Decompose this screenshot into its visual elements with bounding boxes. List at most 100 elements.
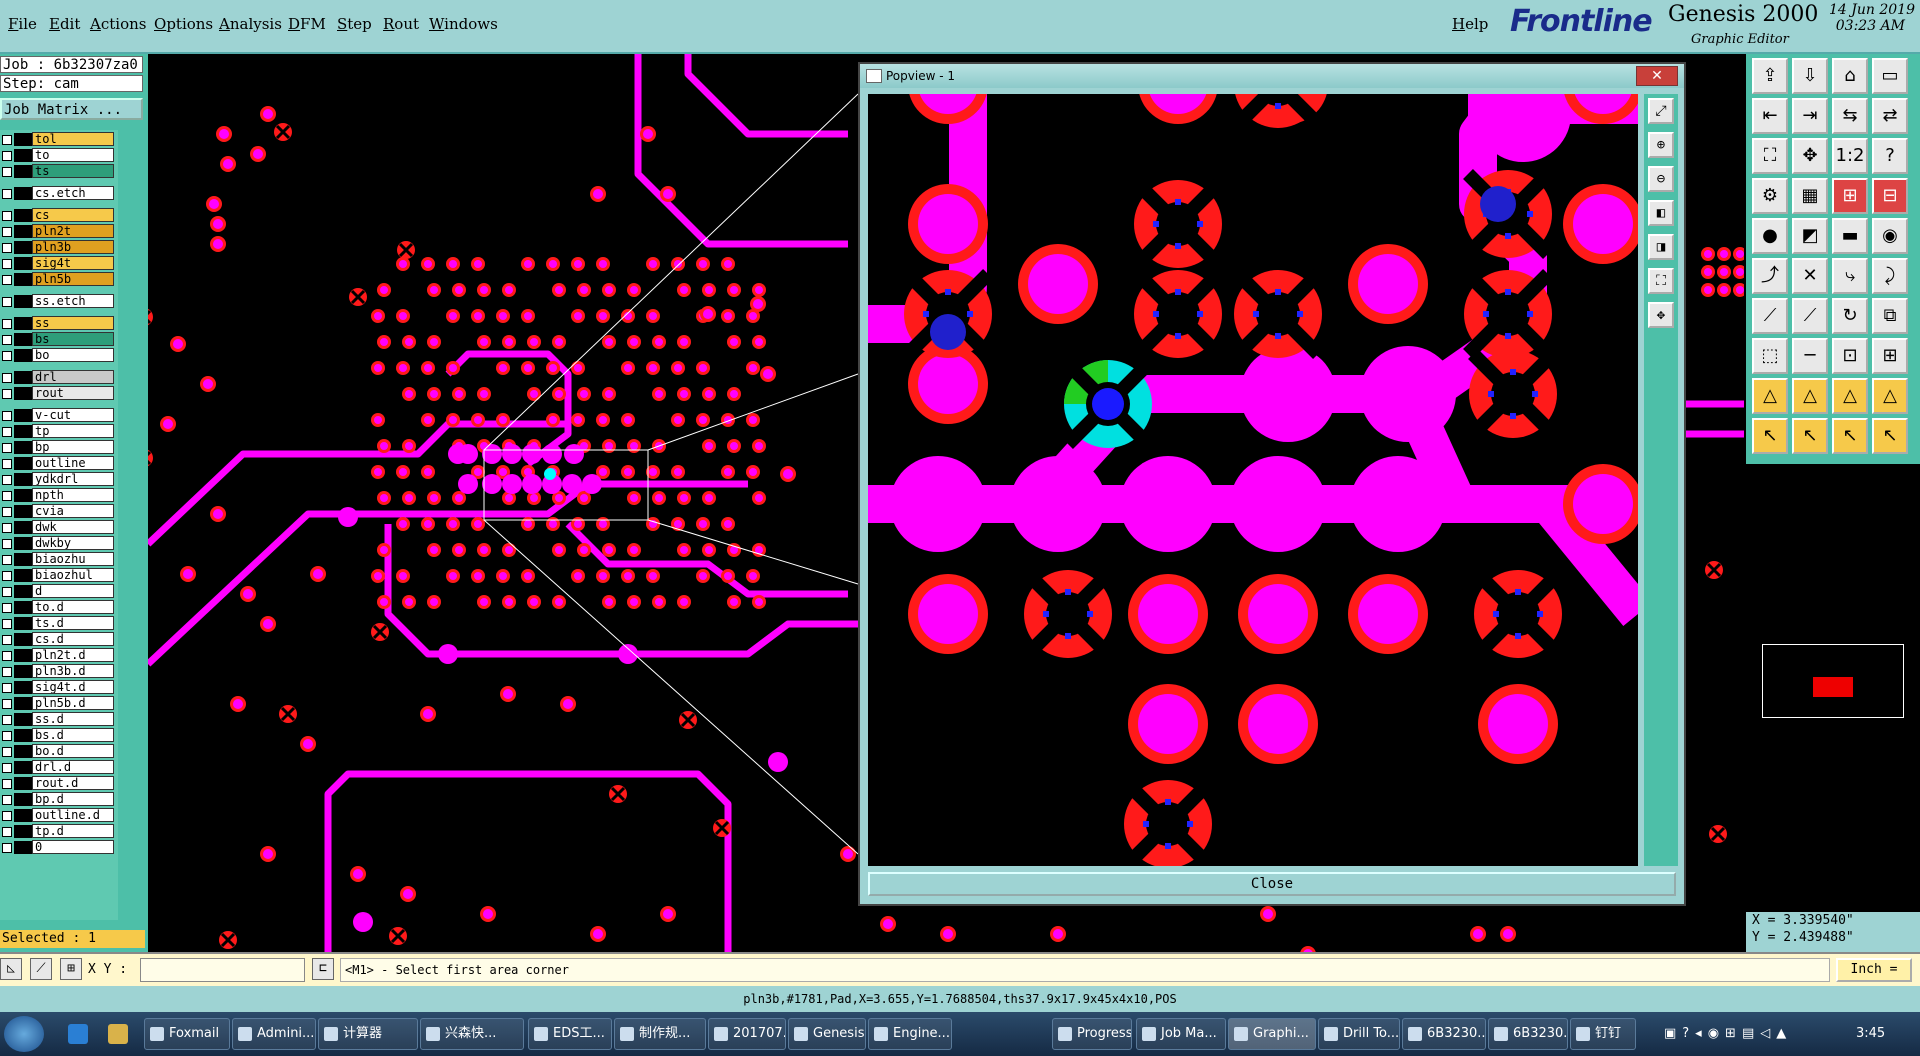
layer-row[interactable]: pln5b.d [0,696,118,711]
taskbar-button[interactable]: Genesis [788,1018,866,1050]
route-icon[interactable]: ⤴ [1752,258,1788,294]
layer-row[interactable]: bp.d [0,792,118,807]
pointer-icon[interactable]: ↖ [1832,418,1868,454]
layer-row[interactable]: rout [0,386,118,401]
layer-checkbox[interactable] [2,651,12,661]
layer-checkbox[interactable] [2,827,12,837]
layer-row[interactable]: sig4t.d [0,680,118,695]
layer-row[interactable]: bp [0,440,118,455]
layer-checkbox[interactable] [2,167,12,177]
taskbar-button[interactable]: Drill To... [1318,1018,1400,1050]
next-icon[interactable]: ⇥ [1792,98,1828,134]
xy-input[interactable] [140,958,305,982]
layer-row[interactable]: pln5b [0,272,118,287]
settings-icon[interactable]: ⚙ [1752,178,1788,214]
popview-close-button[interactable]: Close [868,872,1676,896]
layer-row[interactable]: sig4t [0,256,118,271]
taskbar-button[interactable]: EDS工... [528,1018,612,1050]
pointer-icon[interactable]: ↖ [1792,418,1828,454]
layer-row[interactable]: bs.d [0,728,118,743]
pad-icon[interactable]: ● [1752,218,1788,254]
layer-row[interactable]: ss [0,316,118,331]
layer-row[interactable]: 0 [0,840,118,855]
shape-icon[interactable]: △ [1792,378,1828,414]
layer-checkbox[interactable] [2,459,12,469]
pointer-icon[interactable]: ↖ [1752,418,1788,454]
scale-icon[interactable]: 1:2 [1832,138,1868,174]
layer-checkbox[interactable] [2,763,12,773]
taskbar-button[interactable]: Progress [1052,1018,1132,1050]
taskbar-button[interactable]: 制作规... [614,1018,706,1050]
layer-checkbox[interactable] [2,411,12,421]
snap-on-icon[interactable]: ⊞ [1832,178,1868,214]
layer-row[interactable]: cs.etch [0,186,118,201]
copy-icon[interactable]: ⧉ [1872,298,1908,334]
folder-icon[interactable] [108,1024,128,1044]
layer-checkbox[interactable] [2,491,12,501]
zoom-in-icon[interactable]: ⊕ [1648,132,1674,158]
layer-row[interactable]: tol [0,132,118,147]
layer-row[interactable]: bo [0,348,118,363]
layer-checkbox[interactable] [2,619,12,629]
layer-row[interactable]: dwk [0,520,118,535]
taskbar-button[interactable]: Engine... [868,1018,952,1050]
taskbar-button[interactable]: 兴森快... [420,1018,524,1050]
layer-checkbox[interactable] [2,795,12,805]
menu-help[interactable]: Help [1452,15,1488,33]
layer-checkbox[interactable] [2,779,12,789]
layer-row[interactable]: dwkby [0,536,118,551]
pointer-icon[interactable]: ↖ [1872,418,1908,454]
layer-row[interactable]: npth [0,488,118,503]
measure-icon[interactable]: ⟋ [30,958,52,980]
dash-icon[interactable]: ─ [1792,338,1828,374]
layer-checkbox[interactable] [2,373,12,383]
panel-icon[interactable]: ⊞ [1872,338,1908,374]
area-icon[interactable]: ⊡ [1832,338,1868,374]
line-draw-icon[interactable]: ⟋ [1752,298,1788,334]
layer-checkbox[interactable] [2,135,12,145]
layer-checkbox[interactable] [2,227,12,237]
toggle-icon[interactable]: ⇄ [1872,98,1908,134]
menu-windows[interactable]: Windows [429,15,498,33]
layer-checkbox[interactable] [2,523,12,533]
layer-checkbox[interactable] [2,539,12,549]
shape-icon[interactable]: △ [1752,378,1788,414]
taskbar-button[interactable]: Job Ma... [1136,1018,1226,1050]
layer-row[interactable]: d [0,584,118,599]
layer-checkbox[interactable] [2,843,12,853]
layer-checkbox[interactable] [2,475,12,485]
menu-dfm[interactable]: DFM [288,15,326,33]
move-icon[interactable]: ✥ [1648,302,1674,328]
layer-checkbox[interactable] [2,427,12,437]
layer-row[interactable]: bo.d [0,744,118,759]
rotate-icon[interactable]: ↻ [1832,298,1868,334]
grid-icon[interactable]: ▦ [1792,178,1828,214]
layer-row[interactable]: pln3b.d [0,664,118,679]
layer-row[interactable]: pln2t [0,224,118,239]
zoom-out-icon[interactable]: ⊖ [1648,166,1674,192]
layer-row[interactable]: to.d [0,600,118,615]
ie-icon[interactable] [68,1024,88,1044]
arc-icon[interactable]: ⤷ [1832,258,1868,294]
pan-left-icon[interactable]: ◧ [1648,200,1674,226]
layer-checkbox[interactable] [2,389,12,399]
taskbar-button[interactable]: 6B3230... [1402,1018,1486,1050]
layer-checkbox[interactable] [2,555,12,565]
layer-checkbox[interactable] [2,811,12,821]
layer-checkbox[interactable] [2,699,12,709]
layer-checkbox[interactable] [2,335,12,345]
layer-row[interactable]: ts [0,164,118,179]
grid-icon[interactable]: ⊞ [60,958,82,980]
menu-rout[interactable]: Rout [383,15,419,33]
shape-icon[interactable]: △ [1872,378,1908,414]
layer-row[interactable]: biaozhu [0,552,118,567]
layer-row[interactable]: biaozhul [0,568,118,583]
layer-row[interactable]: ydkdrl [0,472,118,487]
layer-checkbox[interactable] [2,667,12,677]
popview-zoom-view[interactable] [868,94,1638,866]
bottom-view-icon[interactable]: ⇩ [1792,58,1828,94]
line-icon[interactable]: ▬ [1832,218,1868,254]
layer-row[interactable]: cs [0,208,118,223]
circle-icon[interactable]: ◉ [1872,218,1908,254]
layer-row[interactable]: bs [0,332,118,347]
